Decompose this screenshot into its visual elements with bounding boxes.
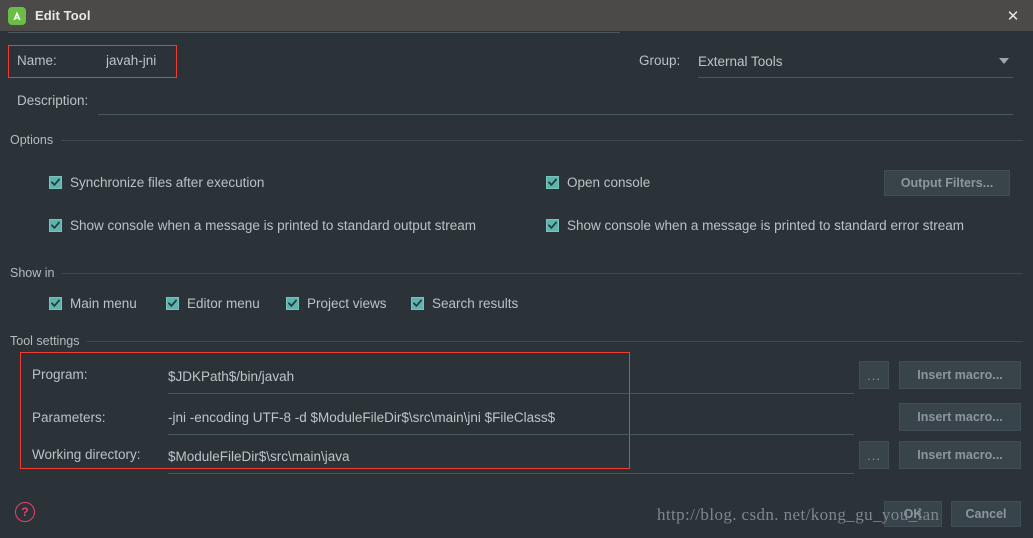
checkbox-label: Project views [307,296,387,311]
checkbox-main-menu[interactable]: Main menu [49,296,137,311]
name-label: Name: [17,53,57,68]
description-label: Description: [17,93,89,108]
group-select-underline [698,77,1013,78]
checkmark-icon [49,219,62,232]
parameters-input-underline [168,434,854,435]
working-directory-browse-button[interactable]: ... [859,441,889,469]
section-divider [62,272,1023,274]
checkbox-label: Search results [432,296,519,311]
android-studio-icon [8,6,26,25]
checkbox-show-console-stdout[interactable]: Show console when a message is printed t… [49,218,476,233]
options-section-header: Options [10,133,1023,147]
edit-tool-dialog: Edit Tool ✕ Name: javah-jni Group: Exter… [0,0,1033,538]
checkbox-open-console[interactable]: Open console [546,175,650,190]
checkmark-icon [166,297,179,310]
window-title: Edit Tool [35,8,91,23]
name-field-group: Name: javah-jni [8,45,620,78]
title-bar: Edit Tool ✕ [0,0,1033,31]
working-directory-input-underline [168,473,854,474]
checkbox-label: Show console when a message is printed t… [70,218,476,233]
cancel-button[interactable]: Cancel [951,501,1021,527]
options-section-title: Options [10,133,54,147]
checkbox-synchronize-files[interactable]: Synchronize files after execution [49,175,264,190]
checkbox-project-views[interactable]: Project views [286,296,387,311]
group-label: Group: [639,53,681,68]
checkbox-show-console-stderr[interactable]: Show console when a message is printed t… [546,218,964,233]
parameters-input[interactable]: -jni -encoding UTF-8 -d $ModuleFileDir$\… [168,410,555,425]
show-in-section-title: Show in [10,266,55,280]
checkmark-icon [286,297,299,310]
ok-button[interactable]: OK [884,501,942,527]
checkbox-label: Editor menu [187,296,260,311]
program-insert-macro-button[interactable]: Insert macro... [899,361,1021,389]
working-directory-label: Working directory: [32,447,141,462]
checkmark-icon [49,176,62,189]
group-select-value: External Tools [698,54,783,69]
parameters-label: Parameters: [32,410,106,425]
section-divider [87,340,1023,342]
checkbox-label: Main menu [70,296,137,311]
checkbox-label: Synchronize files after execution [70,175,265,190]
tool-settings-section-header: Tool settings [10,334,1023,348]
program-browse-button[interactable]: ... [859,361,889,389]
checkbox-label: Open console [567,175,651,190]
help-question-icon[interactable]: ? [15,502,35,522]
checkbox-label: Show console when a message is printed t… [567,218,964,233]
tool-settings-section-title: Tool settings [10,334,80,348]
section-divider [61,139,1023,141]
program-input-underline [168,393,854,394]
checkbox-search-results[interactable]: Search results [411,296,518,311]
close-icon[interactable]: ✕ [993,0,1033,31]
parameters-insert-macro-button[interactable]: Insert macro... [899,403,1021,431]
chevron-down-icon [999,58,1009,64]
checkmark-icon [49,297,62,310]
checkmark-icon [546,219,559,232]
program-input[interactable]: $JDKPath$/bin/javah [168,369,294,384]
description-input[interactable] [98,114,1013,115]
name-input-underline [8,32,620,33]
checkmark-icon [411,297,424,310]
checkmark-icon [546,176,559,189]
checkbox-editor-menu[interactable]: Editor menu [166,296,260,311]
name-input[interactable]: javah-jni [106,53,156,68]
group-select[interactable]: External Tools [698,53,1013,71]
show-in-section-header: Show in [10,266,1023,280]
program-label: Program: [32,367,88,382]
working-directory-insert-macro-button[interactable]: Insert macro... [899,441,1021,469]
working-directory-input[interactable]: $ModuleFileDir$\src\main\java [168,449,350,464]
output-filters-button[interactable]: Output Filters... [884,170,1010,196]
